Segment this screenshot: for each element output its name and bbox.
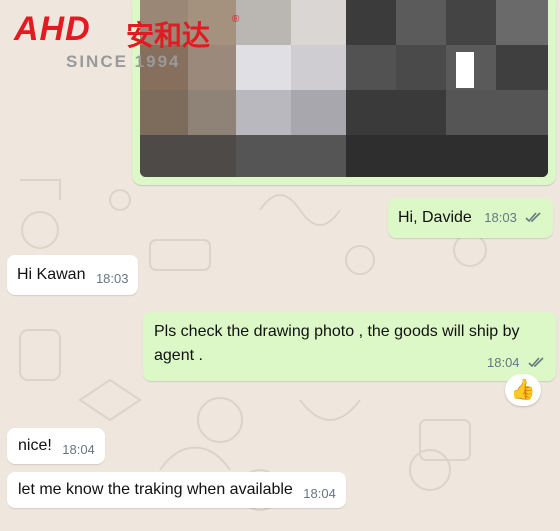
thumbs-up-reaction[interactable]: 👍 [505,374,541,406]
incoming-message[interactable]: nice! 18:04 [7,428,105,464]
message-text: Hi, Davide [398,209,472,226]
ahd-logo: AHD 安和达 ® SINCE 1994 [14,8,254,78]
message-time: 18:04 [303,486,336,501]
message-time: 18:03 [484,210,517,225]
outgoing-message[interactable]: Pls check the drawing photo , the goods … [143,312,556,381]
message-text: let me know the traking when available [18,481,293,498]
message-time: 18:03 [95,271,129,286]
incoming-message[interactable]: let me know the traking when available 1… [7,472,346,508]
logo-since: SINCE 1994 [66,52,181,71]
double-check-icon [528,357,544,368]
logo-registered-mark: ® [232,14,240,25]
outgoing-message[interactable]: Hi, Davide 18:03 [388,198,554,238]
message-time: 18:04 [62,442,95,457]
message-text: Pls check the drawing photo , the goods … [154,323,520,364]
logo-brand: AHD [14,10,91,48]
double-check-icon [525,212,541,223]
logo-brand-cn: 安和达 [126,19,211,52]
incoming-message[interactable]: Hi Kawan 18:03 [7,255,139,295]
message-time: 18:04 [487,355,520,370]
message-text: Hi Kawan [17,266,86,283]
message-text: nice! [18,437,52,454]
